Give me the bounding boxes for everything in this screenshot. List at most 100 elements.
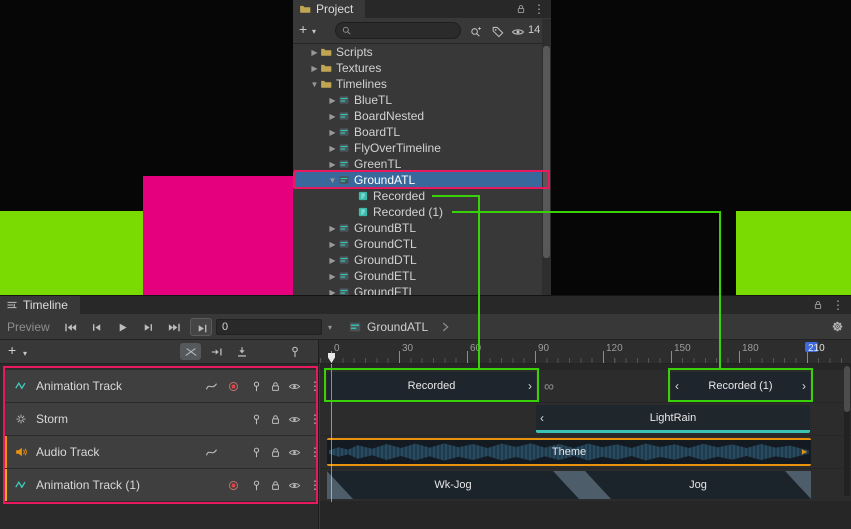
dropdown-caret-icon[interactable]: ▾ [23, 349, 27, 358]
eye-button[interactable] [285, 410, 303, 428]
foldout-icon[interactable]: ▶ [327, 272, 338, 281]
pin-button[interactable] [247, 410, 265, 428]
foldout-icon[interactable]: ▶ [327, 128, 338, 137]
lock-button[interactable] [266, 377, 284, 395]
frame-field[interactable] [216, 319, 322, 335]
panel-menu-icon[interactable]: ⋮ [533, 0, 545, 18]
foldout-icon[interactable]: ▶ [327, 240, 338, 249]
goto-end-button[interactable] [162, 318, 186, 336]
tree-item-groundetl[interactable]: ▶GroundETL [293, 268, 542, 284]
eye-button[interactable] [285, 377, 303, 395]
search-field[interactable] [335, 22, 461, 39]
tree-item-scripts[interactable]: ▶ Scripts [293, 44, 542, 60]
record-button[interactable] [224, 476, 242, 494]
tree-item-boardnested[interactable]: ▶BoardNested [293, 108, 542, 124]
tree-item-label: Timelines [336, 76, 387, 92]
tree-item-groundctl[interactable]: ▶GroundCTL [293, 236, 542, 252]
lock-button[interactable] [266, 476, 284, 494]
marker-toggle-button[interactable] [284, 343, 305, 360]
time-ruler[interactable]: 0 30 60 90 120 150 180 210 [319, 340, 851, 364]
clip-theme[interactable]: Theme ▸ [327, 438, 811, 466]
timeline-asset-icon [338, 270, 350, 282]
ripple-mode-button[interactable] [206, 343, 227, 360]
foldout-icon[interactable]: ▶ [327, 160, 338, 169]
play-range-button[interactable] [190, 318, 212, 336]
panel-menu-icon[interactable]: ⋮ [832, 296, 844, 314]
scrollbar-thumb[interactable] [543, 46, 550, 258]
lock-icon[interactable] [515, 3, 527, 15]
pin-button[interactable] [247, 377, 265, 395]
lock-button[interactable] [266, 443, 284, 461]
search-input[interactable] [356, 24, 454, 37]
tree-item-greentl[interactable]: ▶GreenTL [293, 156, 542, 172]
create-asset-button[interactable]: + ▾ [298, 19, 328, 41]
foldout-icon[interactable]: ▶ [327, 224, 338, 233]
tree-item-label: GroundBTL [354, 220, 416, 236]
breadcrumb[interactable]: GroundATL [367, 320, 428, 334]
tree-item-timelines[interactable]: ▼ Timelines [293, 76, 542, 92]
tree-item-label: Scripts [336, 44, 373, 60]
tree-item-grounddtl[interactable]: ▶GroundDTL [293, 252, 542, 268]
track-header-storm[interactable]: Storm ⋮ [4, 403, 318, 435]
tree-item-groundbtl[interactable]: ▶ GroundBTL [293, 220, 542, 236]
scrollbar-thumb[interactable] [844, 366, 850, 412]
gear-icon[interactable] [830, 319, 845, 334]
foldout-icon[interactable]: ▶ [327, 96, 338, 105]
label-icon[interactable] [491, 23, 506, 38]
tree-item-flyovertimeline[interactable]: ▶FlyOverTimeline [293, 140, 542, 156]
tree-item-textures[interactable]: ▶Textures [293, 60, 542, 76]
eye-button[interactable] [285, 476, 303, 494]
clips-scrollbar[interactable] [844, 366, 850, 496]
scrollbar[interactable] [542, 19, 551, 296]
clip-lightrain[interactable]: ‹ LightRain [536, 405, 810, 433]
timeline-panel: Timeline ⋮ Preview ▾ GroundATL + ▾ [0, 295, 851, 529]
clip-left-handle[interactable]: ‹ [675, 379, 679, 393]
lock-button[interactable] [266, 410, 284, 428]
tree-item-recorded[interactable]: Recorded [293, 188, 542, 204]
mix-mode-button[interactable] [180, 343, 201, 360]
lock-icon[interactable] [812, 299, 824, 311]
tree-item-boardtl[interactable]: ▶BoardTL [293, 124, 542, 140]
foldout-icon[interactable]: ▶ [309, 48, 320, 57]
search-by-type-icon[interactable] [469, 23, 484, 38]
preview-button[interactable]: Preview [7, 320, 50, 334]
foldout-icon[interactable]: ▶ [309, 64, 320, 73]
tab-timeline[interactable]: Timeline [0, 296, 80, 314]
visibility-eye-icon[interactable] [511, 23, 526, 38]
pin-button[interactable] [247, 476, 265, 494]
track-header-animation-track-1[interactable]: Animation Track (1) ⋮ [4, 469, 318, 501]
clip-wkjog[interactable]: Wk-Jog [327, 471, 579, 499]
track-header-audio-track[interactable]: Audio Track ⋮ [4, 436, 318, 468]
clip-recorded[interactable]: Recorded › [327, 372, 536, 400]
timeline-asset-icon [338, 126, 350, 138]
track-header-animation-track[interactable]: Animation Track ⋮ [4, 370, 318, 402]
clip-curves-icon[interactable] [202, 377, 220, 395]
clip-curves-icon[interactable] [202, 443, 220, 461]
foldout-icon[interactable]: ▼ [327, 176, 338, 185]
clip-right-handle[interactable]: › [528, 379, 532, 393]
frame-options-icon[interactable]: ▾ [328, 323, 332, 332]
add-track-button[interactable]: + [8, 342, 16, 358]
goto-start-button[interactable] [58, 318, 82, 336]
next-frame-button[interactable] [136, 318, 160, 336]
previous-frame-button[interactable] [84, 318, 108, 336]
foldout-icon[interactable]: ▼ [309, 80, 320, 89]
tab-project[interactable]: Project [293, 0, 365, 18]
clip-right-handle[interactable]: › [802, 379, 806, 393]
replace-mode-button[interactable] [231, 343, 252, 360]
clip-left-handle[interactable]: ‹ [540, 411, 544, 425]
tree-item-recorded-1[interactable]: Recorded (1) [293, 204, 542, 220]
tree-item-bluetl[interactable]: ▶BlueTL [293, 92, 542, 108]
pin-button[interactable] [247, 443, 265, 461]
clip-jog[interactable]: Jog [585, 471, 811, 499]
tree-item-groundatl[interactable]: ▼GroundATL [293, 172, 542, 188]
record-button[interactable] [224, 377, 242, 395]
clip-recorded-1[interactable]: ‹ Recorded (1) › [671, 372, 810, 400]
timeline-asset-icon [338, 222, 350, 234]
play-button[interactable] [110, 318, 134, 336]
foldout-icon[interactable]: ▶ [327, 144, 338, 153]
eye-button[interactable] [285, 443, 303, 461]
foldout-icon[interactable]: ▶ [327, 256, 338, 265]
foldout-icon[interactable]: ▶ [327, 112, 338, 121]
playhead-line[interactable] [331, 364, 332, 502]
